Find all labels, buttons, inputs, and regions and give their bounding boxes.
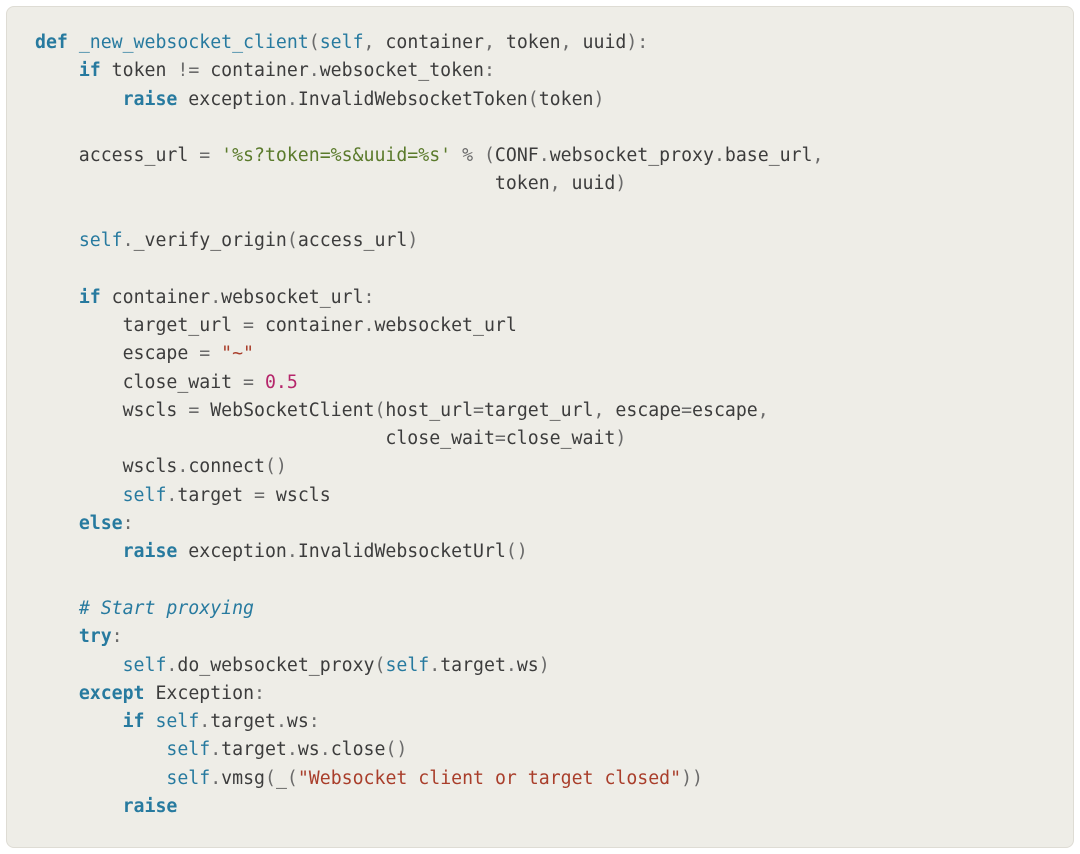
code-content: def _new_websocket_client(self, containe…	[35, 32, 823, 817]
page: def _new_websocket_client(self, containe…	[0, 0, 1080, 854]
code-block: def _new_websocket_client(self, containe…	[6, 6, 1074, 848]
